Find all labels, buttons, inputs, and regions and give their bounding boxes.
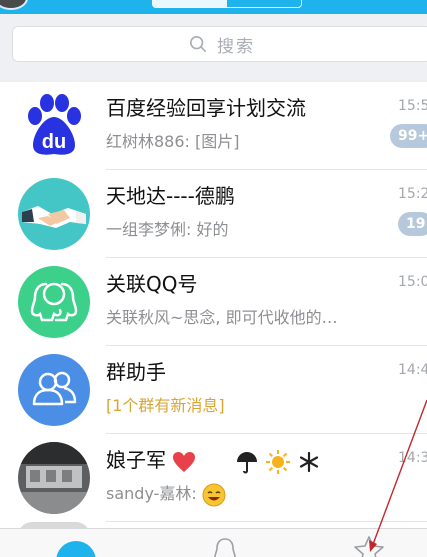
conversation-row[interactable]: du 百度经验回享计划交流 红树林886: [图片] 15:5 99+ — [0, 82, 427, 170]
smile-emoji-icon — [202, 483, 226, 506]
conversation-row[interactable]: 娘子军 sandy-嘉林: 14:3 — [0, 434, 427, 522]
conversation-title: 群助手 — [106, 360, 166, 384]
unread-badge: 99+ — [390, 124, 427, 148]
tab-messages-icon[interactable] — [56, 541, 96, 557]
handshake-icon — [18, 178, 90, 250]
conversation-preview: 红树林886: [图片] — [106, 132, 240, 151]
conversation-title: 关联QQ号 — [106, 272, 198, 296]
conversation-time: 15:5 — [398, 98, 427, 114]
contacts-tab-icon[interactable] — [212, 537, 238, 557]
unread-badge: 19 — [398, 212, 427, 236]
svg-text:du: du — [42, 131, 66, 153]
snowflake-icon — [299, 451, 318, 472]
conversation-title: 百度经验回享计划交流 — [106, 96, 306, 120]
tab-messages-segment[interactable] — [153, 0, 227, 7]
baidu-paw-logo-icon: du — [18, 90, 90, 162]
my-avatar[interactable] — [0, 0, 28, 10]
conversation-time: 15:2 — [398, 186, 427, 202]
conversation-preview-text: sandy-嘉林: — [106, 484, 202, 503]
heart-icon — [173, 451, 196, 472]
conversation-row[interactable]: 关联QQ号 关联秋风~思念, 即可代收他的… 15:0 — [0, 258, 427, 346]
conversation-title: 娘子军 — [106, 444, 320, 475]
search-area: 搜索 — [0, 14, 427, 82]
tab-calls-segment[interactable] — [227, 0, 301, 7]
conversation-time: 14:4 — [398, 362, 427, 378]
conversation-title-text: 娘子军 — [106, 448, 166, 472]
conversation-time: 14:3 — [398, 450, 427, 466]
linked-qq-icon — [18, 266, 90, 338]
conversation-title: 天地达----德鹏 — [106, 184, 235, 208]
conversation-row[interactable]: 群助手 [1个群有新消息] 14:4 — [0, 346, 427, 434]
umbrella-icon — [237, 451, 258, 473]
search-placeholder: 搜索 — [217, 36, 255, 57]
top-header — [0, 0, 427, 14]
star-tab-icon[interactable] — [352, 535, 386, 557]
search-input[interactable]: 搜索 — [12, 26, 427, 62]
conversation-time: 15:0 — [398, 274, 427, 290]
search-icon — [189, 35, 207, 53]
conversation-preview: 一组李梦俐: 好的 — [106, 220, 229, 239]
conversation-preview: sandy-嘉林: — [106, 480, 226, 507]
conversation-preview: [1个群有新消息] — [106, 396, 225, 415]
group-helper-icon — [18, 354, 90, 426]
bottom-tab-bar — [0, 528, 427, 557]
photo-avatar — [18, 442, 90, 514]
conversation-preview: 关联秋风~思念, 即可代收他的… — [106, 308, 338, 327]
sun-icon — [266, 449, 291, 474]
header-segmented-control[interactable] — [152, 0, 302, 8]
conversation-row[interactable]: 天地达----德鹏 一组李梦俐: 好的 15:2 19 — [0, 170, 427, 258]
